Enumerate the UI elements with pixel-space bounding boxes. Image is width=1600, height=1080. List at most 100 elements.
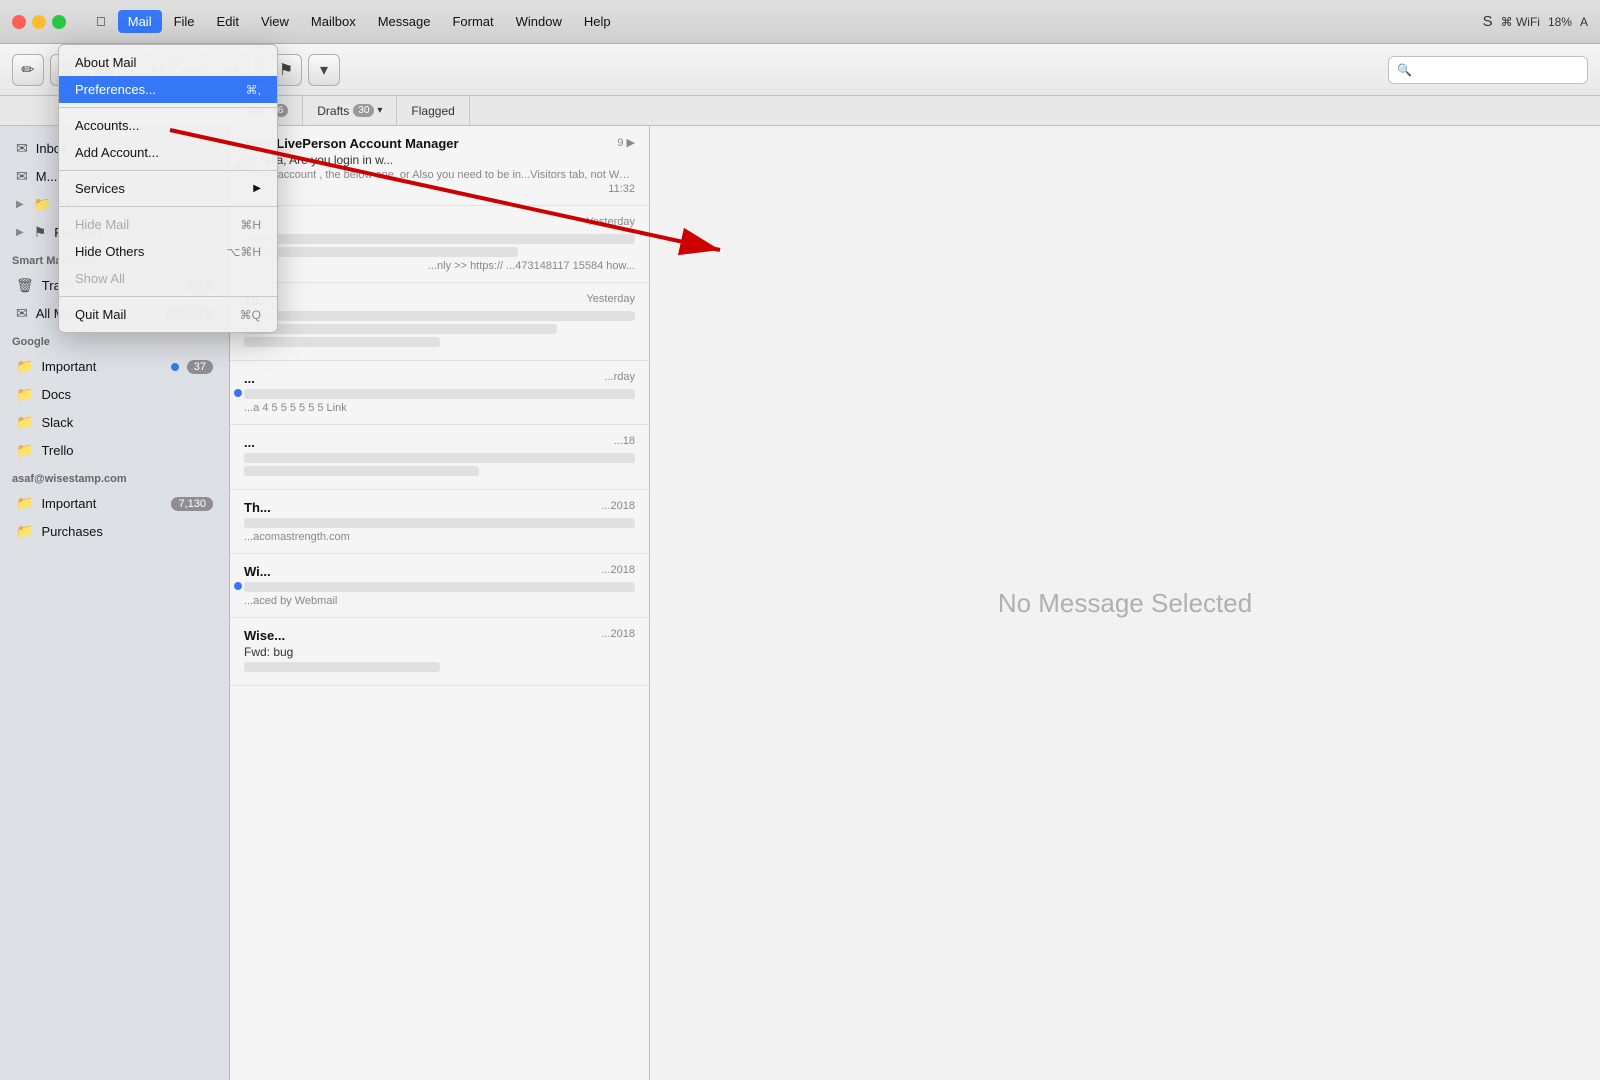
email-preview-blurred	[244, 466, 479, 476]
menu-file[interactable]: File	[164, 10, 205, 33]
services-arrow-icon: ▶	[253, 183, 261, 194]
email-preview-blurred	[244, 662, 440, 672]
flag-dropdown-button[interactable]: ▾	[308, 54, 340, 86]
email-sender: Wise... ...2018	[244, 628, 635, 643]
email-preview: ...acomastrength.com	[244, 531, 635, 543]
disclosure-icon-1: ▶	[16, 199, 24, 210]
quit-mail-shortcut: ⌘Q	[240, 308, 261, 322]
menu-mail[interactable]: Mail	[118, 10, 162, 33]
wisestamp-important-badge: 7,130	[171, 497, 213, 511]
sidebar-item-docs[interactable]: 📁 Docs	[4, 381, 225, 408]
email-subject-blurred	[244, 389, 635, 399]
dropdown-separator-1	[59, 107, 277, 108]
menubar-left:  Mail File Edit View Mailbox Message Fo…	[78, 10, 629, 33]
sidebar-item-trello[interactable]: 📁 Trello	[4, 437, 225, 464]
email-timestamp: ...nly >> https:// ...473148117 15584 ho…	[244, 260, 635, 272]
close-button[interactable]	[12, 15, 26, 29]
dropdown-quit-mail[interactable]: Quit Mail ⌘Q	[59, 301, 277, 328]
hide-others-shortcut: ⌥⌘H	[227, 245, 262, 259]
email-subject-blurred	[244, 518, 635, 528]
sidebar-item-google-important[interactable]: 📁 Important 37	[4, 353, 225, 380]
dropdown-separator-4	[59, 296, 277, 297]
email-timestamp: 11:32	[244, 183, 635, 195]
menu-message[interactable]: Message	[368, 10, 441, 33]
email-preview-blurred	[244, 324, 557, 334]
email-preview-blurred	[244, 247, 518, 257]
sidebar-docs-label: Docs	[41, 387, 213, 402]
wifi-icon[interactable]: ⌘ WiFi	[1501, 15, 1540, 29]
drafts-badge: 30	[353, 104, 374, 117]
tab-flagged[interactable]: Flagged	[397, 96, 469, 125]
slack-icon: 📁	[16, 414, 33, 431]
email-sender: ... Yesterday	[244, 216, 635, 231]
sidebar-slack-label: Slack	[41, 415, 213, 430]
sidebar-trello-label: Trello	[41, 443, 213, 458]
email-subject: Fwd: bug	[244, 645, 635, 659]
email-sender: To... Yesterday	[244, 293, 635, 308]
email-item[interactable]: Wise... ...2018 Fwd: bug	[230, 618, 649, 686]
dropdown-show-all: Show All	[59, 265, 277, 292]
email-item[interactable]: ... ...18	[230, 425, 649, 490]
menu-format[interactable]: Format	[442, 10, 503, 33]
window-controls	[0, 15, 78, 29]
docs-icon: 📁	[16, 386, 33, 403]
search-icon: 🔍	[1397, 63, 1412, 77]
battery-indicator: 18%	[1548, 15, 1572, 29]
dropdown-add-account[interactable]: Add Account...	[59, 139, 277, 166]
flagged-icon: ⚑	[34, 224, 47, 241]
sidebar-google-important-label: Important	[41, 359, 162, 374]
trash-icon: 🗑	[16, 277, 34, 294]
compose-button[interactable]: ✏	[12, 54, 44, 86]
email-item[interactable]: ... Yesterday ...nly >> https:// ...4731…	[230, 206, 649, 283]
menu-mailbox[interactable]: Mailbox	[301, 10, 366, 33]
tab-drafts[interactable]: Drafts 30 ▾	[303, 96, 397, 125]
google-important-badge: 37	[187, 360, 213, 374]
purchases-icon: 📁	[16, 523, 33, 540]
wisestamp-important-icon: 📁	[16, 495, 33, 512]
email-item[interactable]: Th... ...2018 ...acomastrength.com	[230, 490, 649, 554]
sidebar-item-slack[interactable]: 📁 Slack	[4, 409, 225, 436]
dropdown-separator-2	[59, 170, 277, 171]
email-item[interactable]: ... ...rday ...a 4 5 5 5 5 5 5 Link	[230, 361, 649, 425]
dropdown-hide-mail: Hide Mail ⌘H	[59, 211, 277, 238]
email-subject-blurred	[244, 311, 635, 321]
dropdown-services[interactable]: Services ▶	[59, 175, 277, 202]
email-sender: Th... ...2018	[244, 500, 635, 515]
apple-menu[interactable]: 	[86, 10, 116, 33]
menu-edit[interactable]: Edit	[207, 10, 249, 33]
no-message-label: No Message Selected	[998, 588, 1252, 619]
menu-window[interactable]: Window	[506, 10, 572, 33]
disclosure-icon-2: ▶	[16, 227, 24, 238]
email-list: Your LivePerson Account Manager 9 ▶ Hi T…	[230, 126, 650, 1080]
email-item[interactable]: Wi... ...2018 ...aced by Webmail	[230, 554, 649, 618]
menu-view[interactable]: View	[251, 10, 299, 33]
search-bar[interactable]: 🔍	[1388, 56, 1588, 84]
dropdown-preferences[interactable]: Preferences... ⌘,	[59, 76, 277, 103]
sidebar-purchases-label: Purchases	[41, 524, 213, 539]
account-icon[interactable]: A	[1580, 15, 1588, 29]
sidebar-item-wisestamp-important[interactable]: 📁 Important 7,130	[4, 490, 225, 517]
all-mail-icon: ✉	[16, 305, 28, 322]
email-subject-blurred	[244, 234, 635, 244]
inbox-icon: ✉	[16, 140, 28, 157]
email-subject-blurred	[244, 582, 635, 592]
menubar:  Mail File Edit View Mailbox Message Fo…	[0, 0, 1600, 44]
hide-mail-shortcut: ⌘H	[240, 218, 261, 232]
dropdown-about-mail[interactable]: About Mail	[59, 49, 277, 76]
sidebar-item-purchases[interactable]: 📁 Purchases	[4, 518, 225, 545]
minimize-button[interactable]	[32, 15, 46, 29]
mail-menu-dropdown: About Mail Preferences... ⌘, Accounts...…	[58, 44, 278, 333]
email-item[interactable]: Your LivePerson Account Manager 9 ▶ Hi T…	[230, 126, 649, 206]
menubar-right: S ⌘ WiFi 18% A	[1483, 13, 1600, 30]
email-preview: ...a 4 5 5 5 5 5 5 Link	[244, 402, 635, 414]
email-item[interactable]: To... Yesterday	[230, 283, 649, 361]
email-preview: ...aced by Webmail	[244, 595, 635, 607]
folder1-icon: 📁	[34, 196, 51, 213]
menu-help[interactable]: Help	[574, 10, 621, 33]
google-important-unread-dot	[171, 363, 179, 371]
maximize-button[interactable]	[52, 15, 66, 29]
skype-icon[interactable]: S	[1483, 13, 1493, 30]
dropdown-accounts[interactable]: Accounts...	[59, 112, 277, 139]
dropdown-separator-3	[59, 206, 277, 207]
dropdown-hide-others[interactable]: Hide Others ⌥⌘H	[59, 238, 277, 265]
